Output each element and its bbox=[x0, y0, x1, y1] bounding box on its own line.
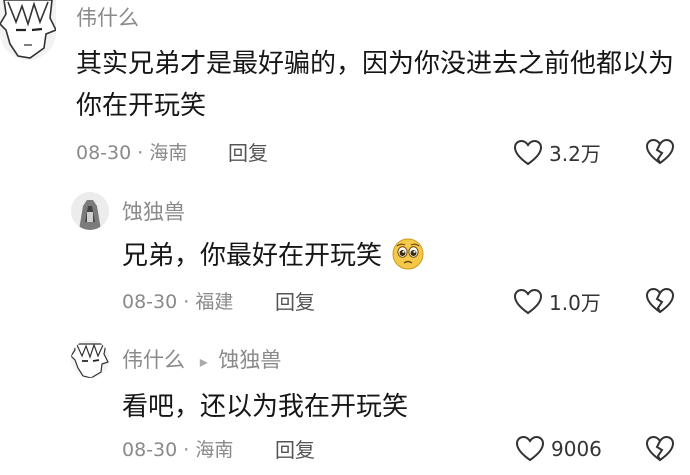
broken-heart-icon bbox=[645, 435, 675, 462]
like-button[interactable]: 1.0万 bbox=[513, 287, 601, 316]
dislike-button[interactable] bbox=[645, 138, 675, 170]
like-count: 1.0万 bbox=[549, 291, 601, 315]
dislike-button[interactable] bbox=[645, 287, 675, 319]
heart-icon bbox=[513, 288, 543, 314]
reply-to-arrow-icon: ▸ bbox=[199, 352, 208, 371]
reply-text: 看吧，还以为我在开玩笑 bbox=[122, 392, 409, 422]
meta-separator: · bbox=[183, 439, 190, 461]
avatar[interactable] bbox=[71, 192, 109, 230]
reply-meta: 08-30 · 海南 bbox=[122, 441, 233, 460]
meta-separator: · bbox=[137, 142, 144, 164]
reply-header: 伟什么 ▸ 蚀独兽 bbox=[122, 350, 281, 371]
like-button[interactable]: 9006 bbox=[515, 435, 602, 463]
broken-heart-icon bbox=[645, 287, 675, 314]
reply-button[interactable]: 回复 bbox=[228, 143, 268, 163]
reply-text-content: 兄弟，你最好在开玩笑 bbox=[122, 241, 383, 271]
reply-to-user[interactable]: 蚀独兽 bbox=[218, 348, 281, 372]
heart-icon bbox=[515, 435, 545, 462]
avatar[interactable] bbox=[0, 0, 56, 60]
heart-icon bbox=[513, 139, 543, 165]
reply-location: 福建 bbox=[195, 291, 234, 313]
meta-separator: · bbox=[183, 291, 190, 313]
reply-button[interactable]: 回复 bbox=[275, 440, 315, 460]
comment-meta: 08-30 · 海南 bbox=[76, 144, 187, 163]
like-count: 9006 bbox=[551, 437, 602, 461]
avatar[interactable] bbox=[71, 340, 109, 378]
reply-date: 08-30 bbox=[122, 291, 178, 313]
broken-heart-icon bbox=[645, 138, 675, 165]
reply-location: 海南 bbox=[195, 439, 234, 461]
comment-text: 其实兄弟才是最好骗的，因为你没进去之前他都以为你在开玩笑 bbox=[76, 49, 675, 121]
comment-location: 海南 bbox=[149, 142, 188, 164]
like-count: 3.2万 bbox=[549, 142, 601, 166]
reply-author[interactable]: 蚀独兽 bbox=[122, 202, 185, 223]
reply-date: 08-30 bbox=[122, 439, 178, 461]
reply-author[interactable]: 伟什么 bbox=[122, 348, 185, 372]
comment-author[interactable]: 伟什么 bbox=[76, 8, 139, 29]
dislike-button[interactable] bbox=[645, 435, 675, 467]
reply-button[interactable]: 回复 bbox=[275, 292, 315, 312]
reply-meta: 08-30 · 福建 bbox=[122, 293, 233, 312]
reply-text: 兄弟，你最好在开玩笑 bbox=[122, 235, 424, 283]
comment-date: 08-30 bbox=[76, 142, 132, 164]
pleading-face-emoji bbox=[392, 238, 424, 283]
like-button[interactable]: 3.2万 bbox=[513, 138, 601, 167]
